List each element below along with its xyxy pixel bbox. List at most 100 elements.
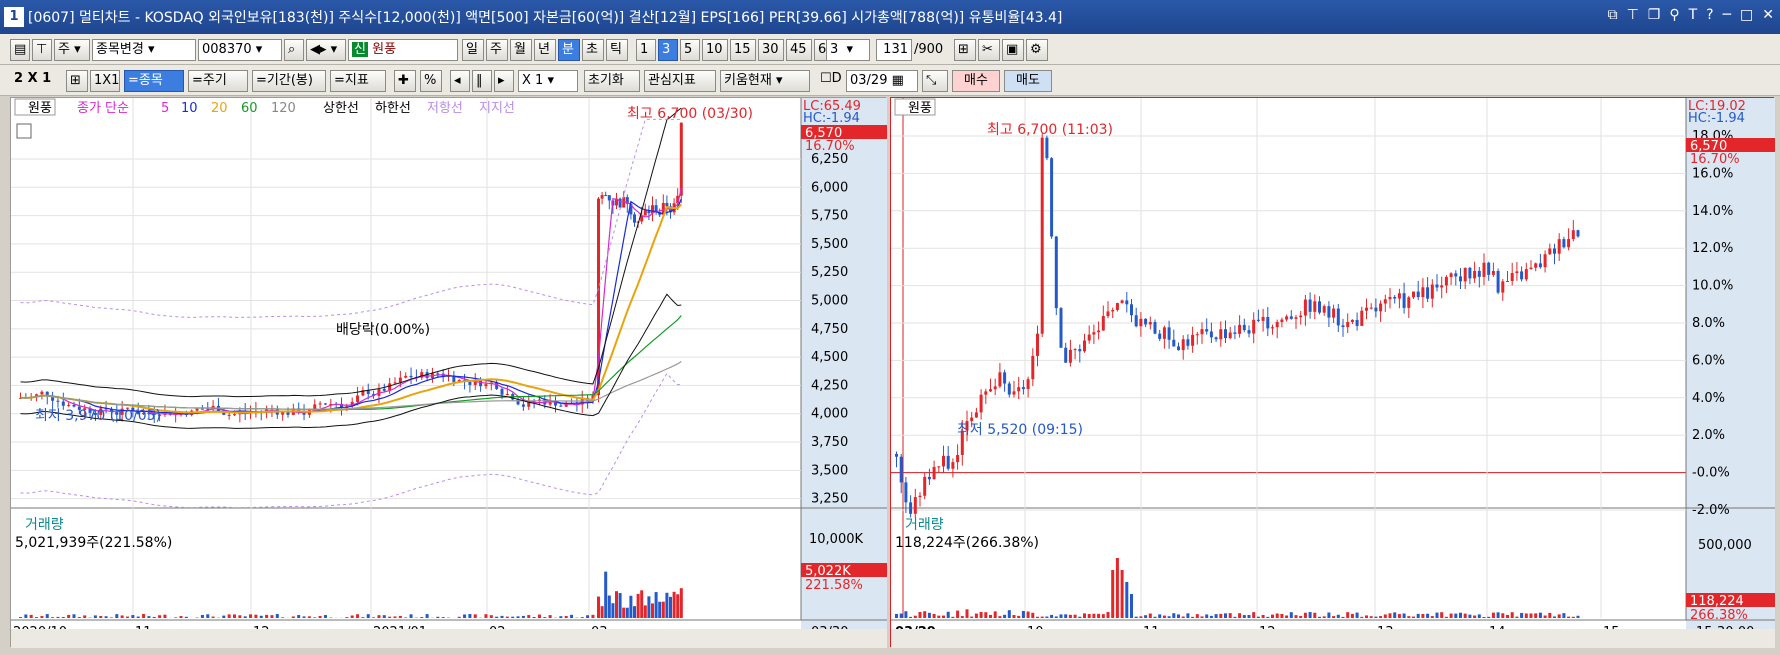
- minute-3-button[interactable]: 3: [658, 39, 678, 61]
- volume-bar: [227, 614, 231, 618]
- text-icon[interactable]: T: [1689, 7, 1698, 23]
- percent-button[interactable]: %: [420, 70, 442, 92]
- top-pin-icon[interactable]: ⊤: [32, 39, 52, 61]
- candle: [1332, 308, 1336, 318]
- crosshair-icon[interactable]: ✚: [394, 70, 416, 92]
- volume-bar: [35, 617, 39, 618]
- candle: [393, 382, 397, 384]
- volume-bar: [318, 615, 322, 618]
- cross-icon[interactable]: ✂: [978, 39, 1000, 61]
- volume-bar: [636, 593, 640, 618]
- link-icon[interactable]: ⧉: [1608, 7, 1618, 23]
- candle: [1252, 319, 1256, 334]
- copy-icon[interactable]: ❐: [1648, 7, 1661, 23]
- volume-bar: [1407, 616, 1411, 618]
- period-4-button[interactable]: 분: [558, 39, 580, 61]
- candle: [281, 412, 285, 415]
- stock-name-field[interactable]: 신 원풍: [348, 39, 458, 61]
- code-input[interactable]: 008370 ▾: [198, 39, 282, 61]
- volume-bar: [1553, 616, 1556, 618]
- period-2-button[interactable]: 월: [510, 39, 532, 61]
- candle: [195, 408, 199, 411]
- volume-bar: [1144, 615, 1148, 618]
- buy-button[interactable]: 매수: [952, 70, 1000, 92]
- save-icon[interactable]: ▣: [1002, 39, 1024, 61]
- volume-bar: [163, 614, 167, 618]
- minute-chart-panel[interactable]: 18.0% 16.0% 14.0% 12.0% 10.0% 8.0% 6.0% 4.0% 2.0…: [890, 97, 1775, 648]
- candle: [1327, 306, 1331, 318]
- minute-15-button[interactable]: 15: [730, 39, 756, 61]
- prev-icon[interactable]: ◂: [450, 70, 470, 92]
- minute-5-button[interactable]: 5: [680, 39, 700, 61]
- candle: [40, 391, 44, 395]
- watch-indicator-button[interactable]: 관심지표: [644, 70, 716, 92]
- volume-bar: [1341, 616, 1345, 618]
- minute-30-button[interactable]: 30: [758, 39, 784, 61]
- add-stock-button[interactable]: =종목: [124, 70, 184, 92]
- add-indicator-button[interactable]: =지표: [330, 70, 386, 92]
- legend-item: 5: [161, 101, 169, 116]
- pin-icon[interactable]: ⊤: [1627, 7, 1639, 23]
- gear-icon[interactable]: ⚙: [1026, 39, 1048, 61]
- volume-bar: [1487, 616, 1491, 618]
- minute-chart-canvas[interactable]: 18.0%16.0%14.0%12.0%10.0%8.0%6.0%4.0%2.0…: [891, 98, 1775, 648]
- period-5-button[interactable]: 초: [582, 39, 604, 61]
- minute-45-button[interactable]: 45: [786, 39, 812, 61]
- daily-chart-canvas[interactable]: 6,250 6,000 5,750 5,500 5,250 5,000 4,750 4,500…: [11, 98, 887, 648]
- add-cycle-button[interactable]: =주기: [188, 70, 248, 92]
- layout-label: 2 X 1: [14, 71, 52, 86]
- candle: [1341, 325, 1345, 328]
- close-icon[interactable]: ✕: [1762, 7, 1774, 23]
- minute-1-button[interactable]: 1: [636, 39, 656, 61]
- volume-bar: [302, 616, 306, 618]
- volume-bar: [1003, 614, 1007, 618]
- sell-button[interactable]: 매도: [1004, 70, 1052, 92]
- signal-icon[interactable]: ⊞: [954, 39, 976, 61]
- volume-bar: [179, 616, 183, 618]
- reset-button[interactable]: 초기화: [584, 70, 640, 92]
- candle: [1468, 267, 1472, 279]
- volume-bar: [998, 616, 1002, 618]
- stock-change-select[interactable]: 종목변경 ▾: [92, 39, 196, 61]
- pause-icon[interactable]: ‖: [472, 70, 492, 92]
- y-tick-label: 4.0%: [1692, 391, 1725, 406]
- volume-bar: [1036, 616, 1039, 618]
- minute-10-button[interactable]: 10: [702, 39, 728, 61]
- chart-tool-icon[interactable]: ⤡: [922, 70, 948, 92]
- count-input[interactable]: 131: [876, 39, 912, 61]
- sound-icon[interactable]: ◀▸ ▾: [306, 39, 346, 61]
- one-by-one-button[interactable]: 1X1: [90, 70, 120, 92]
- period-6-button[interactable]: 틱: [606, 39, 628, 61]
- volume-bar: [586, 615, 590, 618]
- search-icon[interactable]: ⌕: [284, 39, 304, 61]
- dividend-note: 배당락(0.00%): [336, 322, 430, 338]
- daily-chart-panel[interactable]: 6,250 6,000 5,750 5,500 5,250 5,000 4,750 4,500…: [10, 97, 887, 648]
- candle: [1393, 296, 1397, 299]
- date-input[interactable]: 03/29 ▦: [846, 70, 918, 92]
- candle: [1181, 339, 1185, 351]
- volume-bar: [1285, 615, 1289, 618]
- maximize-icon[interactable]: □: [1740, 7, 1753, 23]
- interval-select[interactable]: 3 ▾: [826, 39, 870, 61]
- next-icon[interactable]: ▸: [494, 70, 514, 92]
- help-icon[interactable]: ?: [1706, 7, 1713, 23]
- period-3-button[interactable]: 년: [534, 39, 556, 61]
- legend-item: 종가 단순: [77, 101, 129, 116]
- candle: [1548, 248, 1552, 255]
- kiwoom-current-select[interactable]: 키움현재 ▾: [720, 70, 810, 92]
- date-checkbox[interactable]: ☐D: [820, 71, 842, 86]
- layout-icon[interactable]: ▤: [10, 39, 30, 61]
- add-period-button[interactable]: =기간(봉): [252, 70, 326, 92]
- volume-bar: [1233, 616, 1237, 618]
- candle: [1576, 230, 1580, 237]
- multiplier-select[interactable]: X 1 ▾: [518, 70, 578, 92]
- volume-title: 거래량: [25, 517, 64, 533]
- volume-bar: [548, 615, 552, 618]
- unit-select[interactable]: 주 ▾: [54, 39, 90, 61]
- push-pin-icon[interactable]: ⚲: [1669, 7, 1679, 23]
- candle: [72, 404, 76, 407]
- period-0-button[interactable]: 일: [462, 39, 484, 61]
- period-1-button[interactable]: 주: [486, 39, 508, 61]
- minimize-icon[interactable]: ─: [1723, 7, 1731, 23]
- grid-icon[interactable]: ⊞: [66, 70, 88, 92]
